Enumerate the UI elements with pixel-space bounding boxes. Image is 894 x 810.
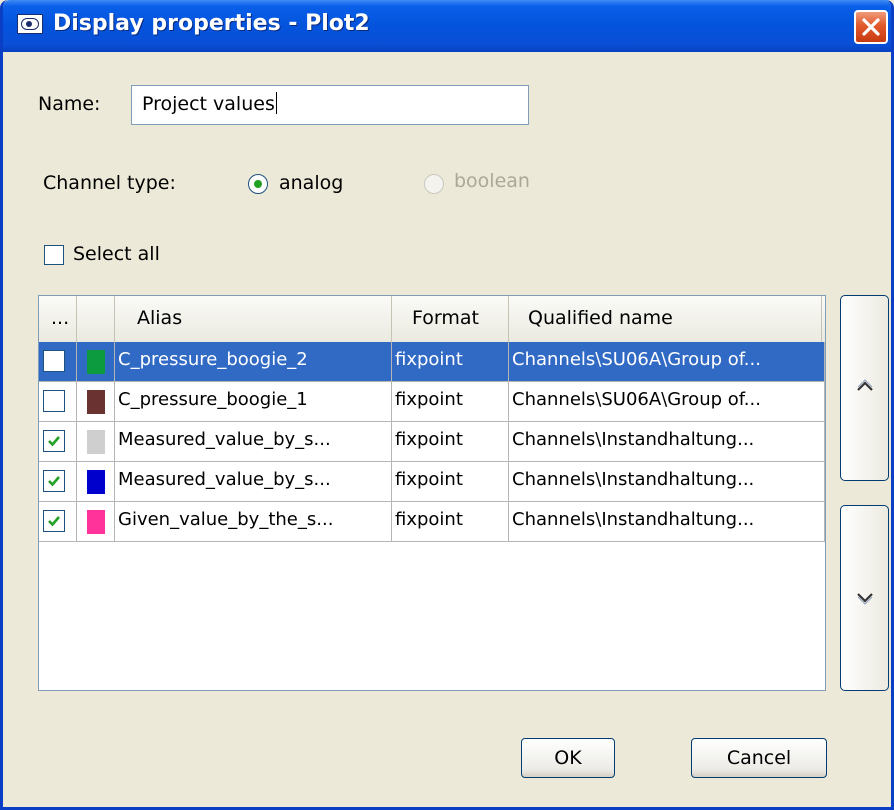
color-swatch	[87, 470, 105, 494]
row-color-cell[interactable]	[77, 342, 115, 382]
close-button[interactable]	[854, 10, 888, 44]
channel-table[interactable]: ... Alias Format Qualified name C_pressu…	[38, 295, 826, 691]
table-header: ... Alias Format Qualified name	[39, 296, 825, 343]
app-icon	[17, 14, 43, 34]
row-checkbox[interactable]	[43, 470, 65, 492]
table-row[interactable]: Measured_value_by_s... fixpoint Channels\I…	[39, 462, 825, 502]
move-down-button[interactable]	[840, 505, 889, 691]
select-all-label[interactable]: Select all	[73, 243, 160, 265]
row-format-cell: fixpoint	[392, 342, 509, 382]
radio-boolean[interactable]	[424, 174, 444, 194]
text-cursor	[275, 92, 277, 114]
row-qualified-name-cell: Channels\Instandhaltung...	[509, 462, 825, 502]
ok-button[interactable]: OK	[521, 738, 615, 778]
table-row[interactable]: C_pressure_boogie_1 fixpoint Channels\SU06…	[39, 382, 825, 422]
row-format-cell: fixpoint	[392, 422, 509, 462]
row-qualified-name-cell: Channels\SU06A\Group of...	[509, 342, 825, 382]
radio-boolean-label[interactable]: boolean	[454, 170, 530, 192]
row-checkbox-cell	[39, 342, 77, 382]
table-row[interactable]: Measured_value_by_s... fixpoint Channels\I…	[39, 422, 825, 462]
column-header-alias[interactable]: Alias	[115, 296, 392, 342]
row-format-cell: fixpoint	[392, 502, 509, 542]
chevron-down-icon	[857, 593, 873, 605]
channel-type-label: Channel type:	[43, 172, 176, 194]
row-checkbox-cell	[39, 462, 77, 502]
row-qualified-name-cell: Channels\Instandhaltung...	[509, 502, 825, 542]
row-checkbox[interactable]	[43, 430, 65, 452]
chevron-up-icon	[857, 379, 873, 391]
row-alias-cell: Given_value_by_the_s...	[115, 502, 392, 542]
dialog-window: Display properties - Plot2 Name: Project…	[0, 0, 894, 810]
column-header-more[interactable]: ...	[39, 296, 77, 342]
row-qualified-name-cell: Channels\Instandhaltung...	[509, 422, 825, 462]
checkmark-icon	[48, 476, 60, 487]
table-row[interactable]: Given_value_by_the_s... fixpoint Channels\…	[39, 502, 825, 542]
color-swatch	[87, 510, 105, 534]
row-alias-cell: C_pressure_boogie_1	[115, 382, 392, 422]
row-checkbox-cell	[39, 382, 77, 422]
radio-analog[interactable]	[248, 174, 268, 194]
select-all-checkbox[interactable]	[44, 245, 64, 265]
title-bar[interactable]: Display properties - Plot2	[3, 0, 891, 52]
color-swatch	[87, 430, 105, 454]
color-swatch	[87, 390, 105, 414]
checkmark-icon	[48, 516, 60, 527]
column-header-format[interactable]: Format	[392, 296, 509, 342]
row-checkbox[interactable]	[43, 350, 65, 372]
row-alias-cell: Measured_value_by_s...	[115, 462, 392, 502]
row-format-cell: fixpoint	[392, 462, 509, 502]
move-up-button[interactable]	[840, 295, 889, 481]
name-input[interactable]: Project values	[131, 85, 529, 125]
table-row[interactable]: C_pressure_boogie_2 fixpoint Channels\SU06…	[39, 342, 825, 382]
color-swatch	[87, 350, 105, 374]
name-label: Name:	[38, 93, 101, 115]
row-checkbox[interactable]	[43, 390, 65, 412]
row-color-cell[interactable]	[77, 462, 115, 502]
row-checkbox[interactable]	[43, 510, 65, 532]
row-alias-cell: C_pressure_boogie_2	[115, 342, 392, 382]
row-checkbox-cell	[39, 422, 77, 462]
name-input-value: Project values	[142, 93, 275, 115]
row-color-cell[interactable]	[77, 502, 115, 542]
column-header-color[interactable]	[77, 296, 115, 342]
window-title: Display properties - Plot2	[53, 11, 370, 36]
cancel-button[interactable]: Cancel	[691, 738, 827, 778]
column-header-qualified-name[interactable]: Qualified name	[509, 296, 822, 342]
row-format-cell: fixpoint	[392, 382, 509, 422]
close-icon	[862, 18, 880, 36]
row-color-cell[interactable]	[77, 382, 115, 422]
checkmark-icon	[48, 436, 60, 447]
row-alias-cell: Measured_value_by_s...	[115, 422, 392, 462]
row-color-cell[interactable]	[77, 422, 115, 462]
row-checkbox-cell	[39, 502, 77, 542]
row-qualified-name-cell: Channels\SU06A\Group of...	[509, 382, 825, 422]
radio-analog-label[interactable]: analog	[279, 172, 343, 194]
